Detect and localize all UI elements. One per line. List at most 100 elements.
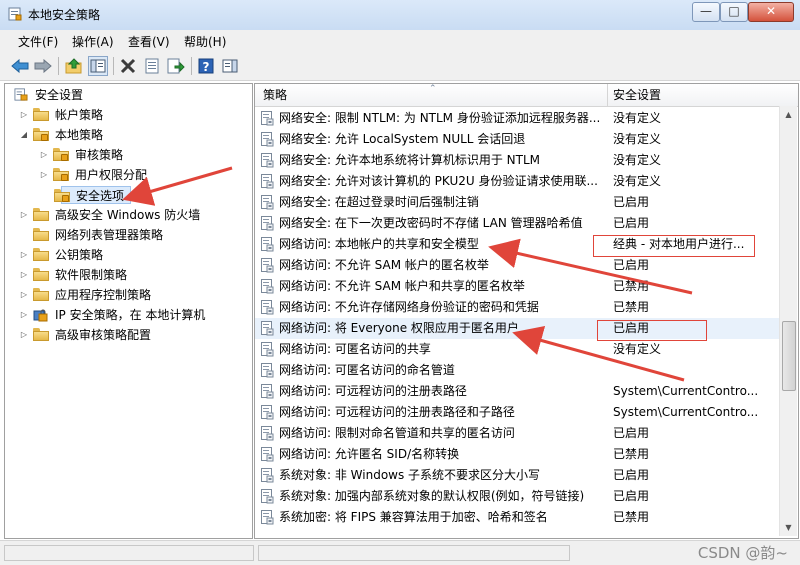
policy-list: 策略 ⌃ 安全设置 网络安全: 限制 NTLM: 为 NTLM 身份验证添加远程… <box>254 83 799 539</box>
policy-item-icon <box>261 321 274 336</box>
policy-row[interactable]: 网络访问: 可远程访问的注册表路径和子路径 System\CurrentContr… <box>255 402 779 423</box>
policy-row[interactable]: 网络访问: 可远程访问的注册表路径 System\CurrentContro... <box>255 381 779 402</box>
policy-row[interactable]: 系统加密: 将 FIPS 兼容算法用于加密、哈希和签名 已禁用 <box>255 507 779 528</box>
scroll-up-icon[interactable]: ▲ <box>780 106 797 123</box>
expand-arrow-icon[interactable]: ▷ <box>39 166 49 184</box>
tree-item[interactable]: ◢ 本地策略 <box>19 126 245 144</box>
up-button[interactable] <box>64 56 84 76</box>
tree-item-label: 应用程序控制策略 <box>55 288 152 302</box>
expand-arrow-icon[interactable]: ▷ <box>19 266 29 284</box>
policy-name: 网络安全: 允许对该计算机的 PKU2U 身份验证请求使用联... <box>279 174 598 188</box>
tree-item-label: 帐户策略 <box>55 108 104 122</box>
tree-item[interactable]: ▷ 用户权限分配 <box>39 166 245 184</box>
policy-row[interactable]: 网络安全: 在下一次更改密码时不存储 LAN 管理器哈希值 已启用 <box>255 213 779 234</box>
policy-item-icon <box>261 216 274 231</box>
policy-item-icon <box>261 132 274 147</box>
policy-name: 系统对象: 非 Windows 子系统不要求区分大小写 <box>279 468 541 482</box>
policy-row[interactable]: 网络访问: 限制对命名管道和共享的匿名访问 已启用 <box>255 423 779 444</box>
policy-item-icon <box>261 489 274 504</box>
policy-row[interactable]: 网络访问: 不允许 SAM 帐户和共享的匿名枚举 已禁用 <box>255 276 779 297</box>
policy-security-setting: System\CurrentContro... <box>613 384 759 398</box>
policy-security-setting: 已禁用 <box>613 447 650 461</box>
delete-button[interactable] <box>118 56 138 76</box>
policy-row[interactable]: 网络访问: 允许匿名 SID/名称转换 已禁用 <box>255 444 779 465</box>
policy-row[interactable]: 网络访问: 可匿名访问的共享 没有定义 <box>255 339 779 360</box>
expand-arrow-icon[interactable]: ▷ <box>19 286 29 304</box>
tree-item[interactable]: ▷ 帐户策略 <box>19 106 245 124</box>
expand-arrow-icon[interactable]: ▷ <box>19 106 29 124</box>
toolbar-separator <box>191 57 192 75</box>
policy-security-setting: 已启用 <box>613 195 650 209</box>
help-button[interactable]: ? <box>196 56 216 76</box>
help-icon: ? <box>198 58 214 74</box>
properties-button[interactable] <box>142 56 162 76</box>
tree-item[interactable]: ▷ 应用程序控制策略 <box>19 286 245 304</box>
column-header-policy[interactable]: 策略 <box>263 87 287 103</box>
tree-item[interactable]: 网络列表管理器策略 <box>19 226 245 244</box>
back-button[interactable] <box>10 56 30 76</box>
policy-row[interactable]: 网络访问: 可匿名访问的命名管道 <box>255 360 779 381</box>
policy-row[interactable]: 网络安全: 允许本地系统将计算机标识用于 NTLM 没有定义 <box>255 150 779 171</box>
expand-arrow-icon[interactable]: ▷ <box>39 146 49 164</box>
expand-arrow-icon[interactable]: ▷ <box>19 246 29 264</box>
policy-row[interactable]: 系统对象: 加强内部系统对象的默认权限(例如，符号链接) 已启用 <box>255 486 779 507</box>
tree-item[interactable]: 安全选项 <box>54 186 131 204</box>
expand-arrow-icon[interactable]: ▷ <box>19 306 29 324</box>
folder-icon <box>33 288 49 301</box>
tree-item[interactable]: ▷ 审核策略 <box>39 146 245 164</box>
tree-item[interactable]: ▷ 高级审核策略配置 <box>19 326 245 344</box>
policy-name: 网络安全: 在超过登录时间后强制注销 <box>279 195 479 209</box>
menu-action[interactable]: 操作(A) <box>72 34 114 50</box>
menu-view[interactable]: 查看(V) <box>128 34 170 50</box>
policy-row[interactable]: 网络安全: 在超过登录时间后强制注销 已启用 <box>255 192 779 213</box>
window-title: 本地安全策略 <box>28 8 101 22</box>
policy-row[interactable]: 网络安全: 允许 LocalSystem NULL 会话回退 没有定义 <box>255 129 779 150</box>
scroll-down-icon[interactable]: ▼ <box>780 519 797 536</box>
tree-item[interactable]: ▷ 公钥策略 <box>19 246 245 264</box>
show-hide-action-pane-button[interactable] <box>220 56 240 76</box>
policy-item-icon <box>261 153 274 168</box>
tree-item-label: 本地策略 <box>55 128 104 142</box>
tree-item[interactable]: ▷ 高级安全 Windows 防火墙 <box>19 206 245 224</box>
policy-name: 网络访问: 限制对命名管道和共享的匿名访问 <box>279 426 515 440</box>
tree-item[interactable]: ▷ 软件限制策略 <box>19 266 245 284</box>
policy-security-setting: 没有定义 <box>613 153 662 167</box>
forward-button[interactable] <box>33 56 53 76</box>
collapse-arrow-icon[interactable]: ◢ <box>19 126 29 144</box>
policy-security-setting: 没有定义 <box>613 174 662 188</box>
policy-row[interactable]: 系统对象: 非 Windows 子系统不要求区分大小写 已启用 <box>255 465 779 486</box>
scroll-thumb[interactable] <box>782 321 796 391</box>
export-list-button[interactable] <box>166 56 186 76</box>
menu-bar: 文件(F) 操作(A) 查看(V) 帮助(H) <box>0 30 800 52</box>
policy-name: 网络安全: 允许 LocalSystem NULL 会话回退 <box>279 132 526 146</box>
expand-arrow-icon[interactable]: ▷ <box>19 206 29 224</box>
folder-icon <box>33 268 49 281</box>
policy-item-icon <box>261 111 274 126</box>
folder-icon <box>33 328 49 341</box>
tree-item-label: 软件限制策略 <box>55 268 128 282</box>
policy-name: 网络安全: 限制 NTLM: 为 NTLM 身份验证添加远程服务器... <box>279 111 601 125</box>
vertical-scrollbar[interactable]: ▲ ▼ <box>779 106 797 536</box>
policy-name: 系统加密: 将 FIPS 兼容算法用于加密、哈希和签名 <box>279 510 548 524</box>
expand-arrow-icon[interactable]: ▷ <box>19 326 29 344</box>
menu-file[interactable]: 文件(F) <box>18 34 58 50</box>
tree-item[interactable]: ▷ IP 安全策略，在 本地计算机 <box>19 306 245 324</box>
menu-help[interactable]: 帮助(H) <box>184 34 226 50</box>
title-bar: 本地安全策略 — □ ✕ <box>0 0 800 31</box>
policy-name: 网络安全: 在下一次更改密码时不存储 LAN 管理器哈希值 <box>279 216 583 230</box>
show-hide-tree-button[interactable] <box>88 56 108 76</box>
policy-item-icon <box>261 405 274 420</box>
tree-root-security-settings[interactable]: 安全设置 <box>9 86 249 104</box>
column-header-security-setting[interactable]: 安全设置 <box>613 87 661 103</box>
close-button[interactable]: ✕ <box>748 2 794 22</box>
ip-security-icon <box>33 308 49 322</box>
policy-row[interactable]: 网络安全: 限制 NTLM: 为 NTLM 身份验证添加远程服务器... 没有定义 <box>255 108 779 129</box>
policy-row[interactable]: 网络访问: 不允许 SAM 帐户的匿名枚举 已启用 <box>255 255 779 276</box>
folder-icon <box>54 189 70 202</box>
column-divider[interactable] <box>607 84 608 106</box>
policy-row[interactable]: 网络安全: 允许对该计算机的 PKU2U 身份验证请求使用联... 没有定义 <box>255 171 779 192</box>
minimize-button[interactable]: — <box>692 2 720 22</box>
toolbar-separator <box>58 57 59 75</box>
policy-row[interactable]: 网络访问: 不允许存储网络身份验证的密码和凭据 已禁用 <box>255 297 779 318</box>
maximize-button[interactable]: □ <box>720 2 748 22</box>
